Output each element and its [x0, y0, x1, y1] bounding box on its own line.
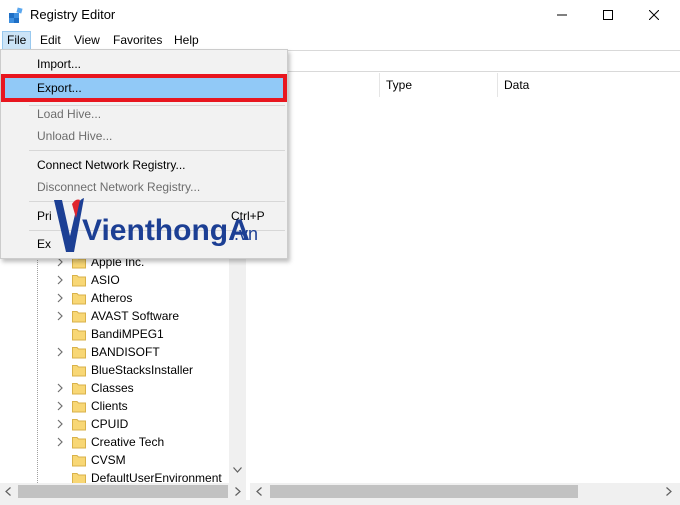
menu-item-load-hive: Load Hive...	[37, 107, 102, 121]
chevron-right-icon[interactable]	[55, 419, 65, 429]
folder-icon	[72, 365, 86, 377]
folder-icon	[72, 329, 86, 341]
tree-item[interactable]: BandiMPEG1	[0, 325, 229, 343]
tree-item[interactable]: ASIO	[0, 271, 229, 289]
scroll-right-icon[interactable]	[235, 487, 241, 496]
folder-icon	[72, 311, 86, 323]
scroll-thumb[interactable]	[270, 485, 578, 498]
close-button[interactable]	[631, 0, 677, 30]
tree-item[interactable]: CVSM	[0, 451, 229, 469]
tree-horizontal-scrollbar[interactable]	[0, 483, 246, 500]
column-header-data[interactable]: Data	[498, 73, 678, 97]
folder-icon	[72, 275, 86, 287]
values-list-pane[interactable]: e Type Data	[250, 73, 680, 483]
menu-item-disconnect-network-registry: Disconnect Network Registry...	[37, 180, 201, 194]
tree-item[interactable]: BANDISOFT	[0, 343, 229, 361]
close-icon	[649, 10, 659, 20]
registry-cubes-icon	[9, 7, 23, 23]
menu-bar: File Edit View Favorites Help	[0, 30, 680, 50]
tree-item-label: AVAST Software	[91, 309, 180, 323]
menu-file[interactable]: File	[2, 31, 32, 50]
menu-item-import[interactable]: Import...	[3, 53, 285, 75]
scroll-left-icon[interactable]	[5, 487, 11, 496]
folder-icon	[72, 383, 86, 395]
folder-icon	[72, 437, 86, 449]
tree-item-label: BANDISOFT	[91, 345, 160, 359]
tree-item[interactable]: Clients	[0, 397, 229, 415]
tree-item-label: BlueStacksInstaller	[91, 363, 194, 377]
folder-icon	[72, 347, 86, 359]
menu-item-export[interactable]: Export...	[3, 76, 285, 100]
maximize-icon	[603, 10, 613, 20]
column-header-type[interactable]: Type	[380, 73, 498, 97]
tree-item[interactable]: Classes	[0, 379, 229, 397]
menu-item-unload-hive: Unload Hive...	[37, 129, 113, 143]
maximize-button[interactable]	[585, 0, 631, 30]
tree-item-label: Clients	[91, 399, 128, 413]
tree-item-label: ASIO	[91, 273, 120, 287]
tree-item[interactable]: DefaultUserEnvironment	[0, 469, 229, 483]
menu-item-connect-network-registry[interactable]: Connect Network Registry...	[3, 154, 285, 176]
title-bar: Registry Editor	[0, 0, 680, 30]
tree-item[interactable]: Atheros	[0, 289, 229, 307]
watermark-tld: .vn	[234, 224, 258, 244]
list-horizontal-scrollbar[interactable]	[250, 483, 680, 500]
folder-icon	[72, 473, 86, 483]
chevron-right-icon[interactable]	[55, 347, 65, 357]
tree-item[interactable]: Creative Tech	[0, 433, 229, 451]
tree-item[interactable]: CPUID	[0, 415, 229, 433]
folder-icon	[72, 293, 86, 305]
tree-item-label: Atheros	[91, 291, 133, 305]
chevron-right-icon[interactable]	[55, 311, 65, 321]
watermark-text: VienthongA	[82, 214, 250, 247]
folder-icon	[72, 455, 86, 467]
tree-item-label: Creative Tech	[91, 435, 165, 449]
chevron-right-icon[interactable]	[55, 437, 65, 447]
menu-edit[interactable]: Edit	[36, 31, 65, 50]
menu-separator	[29, 150, 285, 151]
menu-favorites[interactable]: Favorites	[109, 31, 166, 50]
chevron-right-icon[interactable]	[55, 275, 65, 285]
menu-item-print-label: Pri	[37, 209, 52, 223]
tree-item[interactable]: BlueStacksInstaller	[0, 361, 229, 379]
scroll-thumb[interactable]	[18, 485, 228, 498]
minimize-button[interactable]	[539, 0, 585, 30]
scroll-right-icon[interactable]	[666, 487, 672, 496]
chevron-right-icon[interactable]	[55, 401, 65, 411]
status-strip	[0, 500, 680, 505]
tree-item[interactable]: AVAST Software	[0, 307, 229, 325]
vienthonga-watermark-logo: VienthongA .vn	[54, 198, 258, 252]
tree-item-label: BandiMPEG1	[91, 327, 164, 341]
scroll-left-icon[interactable]	[256, 487, 262, 496]
window-title: Registry Editor	[30, 7, 116, 22]
menu-help[interactable]: Help	[170, 31, 203, 50]
menu-view[interactable]: View	[70, 31, 104, 50]
tree-item-label: CPUID	[91, 417, 129, 431]
folder-icon	[72, 419, 86, 431]
tree-item-label: Classes	[91, 381, 134, 395]
minimize-icon	[557, 14, 567, 16]
chevron-right-icon[interactable]	[55, 383, 65, 393]
scroll-down-icon[interactable]	[233, 467, 242, 473]
tree-item-label: DefaultUserEnvironment	[91, 471, 222, 483]
folder-icon	[72, 401, 86, 413]
chevron-right-icon[interactable]	[55, 293, 65, 303]
tree-item-label: CVSM	[91, 453, 126, 467]
